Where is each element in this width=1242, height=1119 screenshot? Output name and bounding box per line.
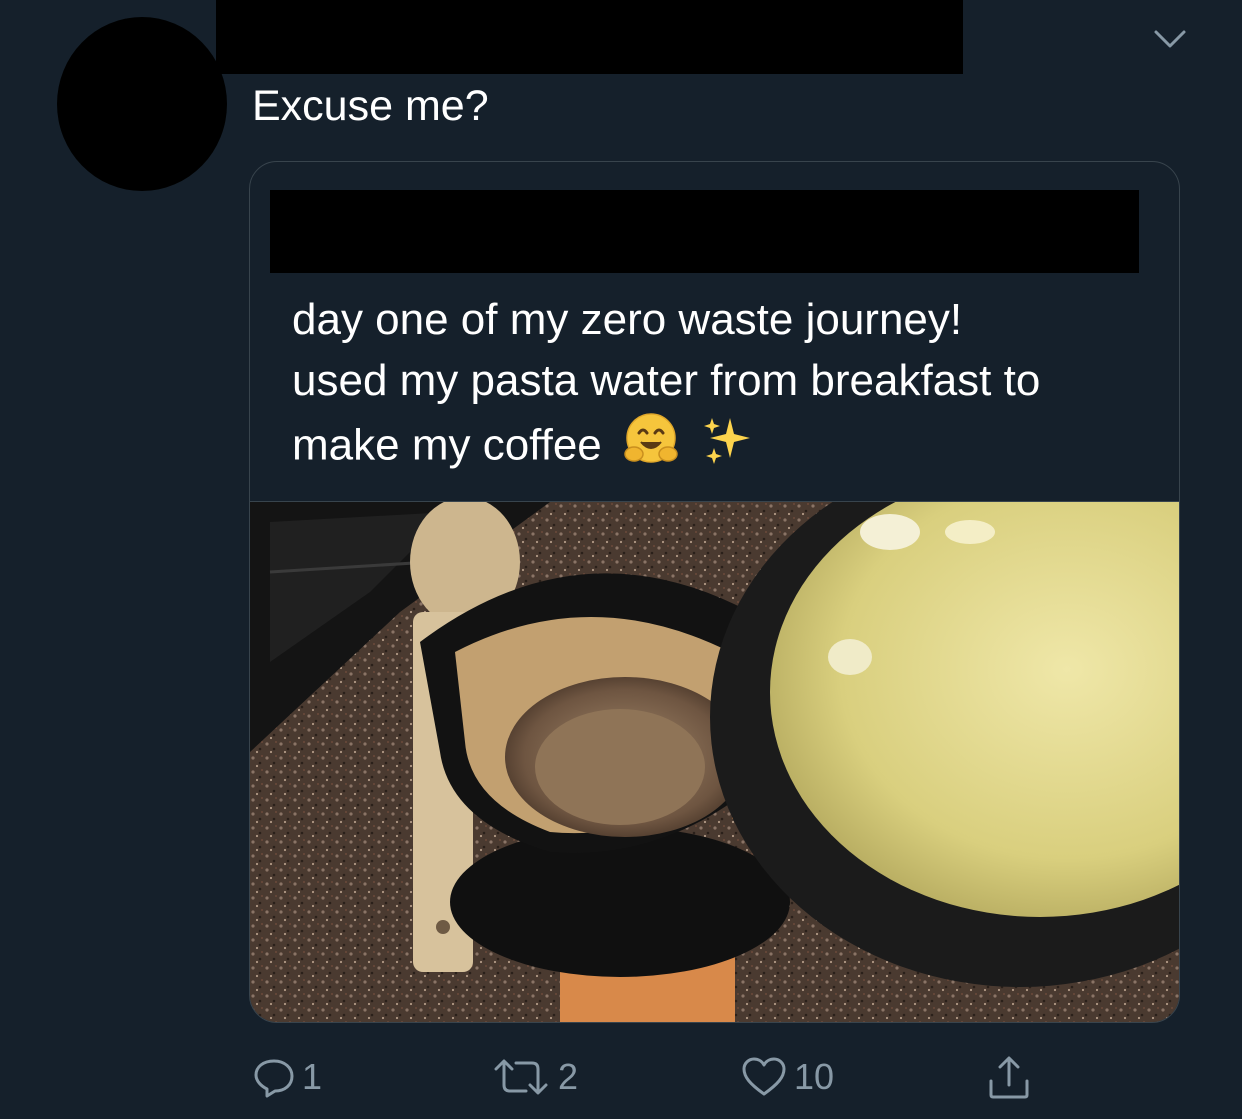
redacted-quoted-author	[270, 190, 1139, 273]
tweet: Excuse me? day one of my zero waste jour…	[0, 0, 1242, 1119]
tweet-actions: 1 2 10	[0, 1050, 1242, 1104]
like-count: 10	[794, 1056, 835, 1097]
chevron-down-icon[interactable]	[1150, 24, 1190, 54]
share-icon	[986, 1053, 1032, 1101]
reply-icon	[252, 1055, 296, 1099]
reply-count: 1	[302, 1056, 323, 1097]
quoted-tweet-photo[interactable]	[250, 447, 1179, 1022]
hugging-face-emoji	[622, 411, 680, 485]
reply-button[interactable]: 1	[252, 1050, 322, 1104]
avatar[interactable]	[57, 17, 227, 191]
quoted-line-text: make my coffee	[292, 420, 602, 470]
quoted-line: used my pasta water from breakfast to	[292, 356, 1041, 405]
redacted-author-name	[216, 0, 963, 74]
tweet-text: Excuse me?	[252, 82, 489, 130]
quoted-line: day one of my zero waste journey!	[292, 295, 963, 344]
quoted-tweet[interactable]: day one of my zero waste journey! used m…	[249, 161, 1180, 1023]
retweet-button[interactable]: 2	[490, 1050, 578, 1104]
retweet-count: 2	[558, 1056, 579, 1097]
retweet-icon	[490, 1055, 552, 1099]
like-button[interactable]: 10	[740, 1050, 834, 1104]
sparkles-emoji	[700, 412, 756, 484]
quoted-line: make my coffee	[292, 411, 1172, 485]
quoted-tweet-text: day one of my zero waste journey! used m…	[292, 289, 1172, 485]
share-button[interactable]	[986, 1050, 1032, 1104]
heart-icon	[740, 1055, 788, 1099]
